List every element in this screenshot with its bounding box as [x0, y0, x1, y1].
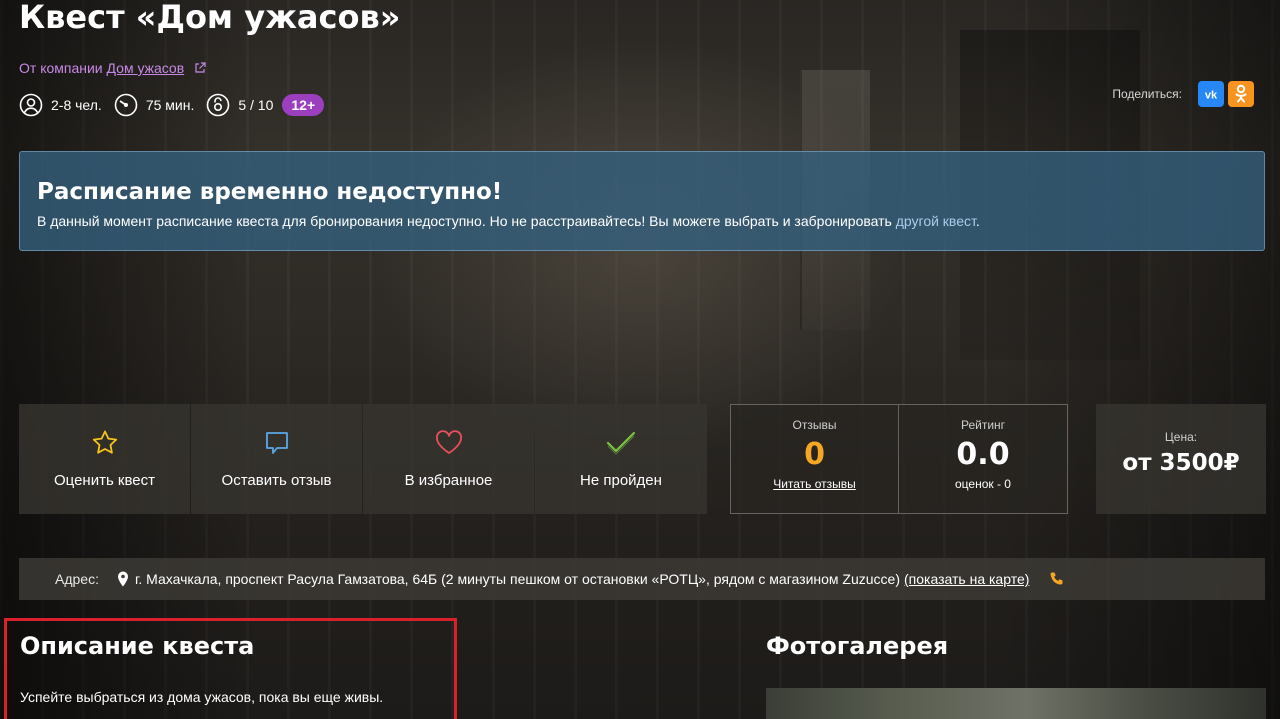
gallery-photo[interactable] — [766, 688, 1266, 719]
comment-icon — [265, 432, 288, 454]
vk-share-button[interactable]: vk — [1198, 81, 1224, 107]
rating-stat: Рейтинг 0.0 оценок - 0 — [899, 405, 1067, 513]
map-pin-icon — [117, 571, 128, 587]
duration-text: 75 мин. — [145, 97, 195, 113]
not-passed-button[interactable]: Не пройден — [535, 404, 707, 514]
check-icon — [606, 431, 636, 455]
duration-info: 75 мин. — [114, 93, 195, 117]
description-title: Описание квеста — [20, 632, 255, 660]
phone-icon — [1050, 572, 1063, 585]
vk-icon: vk — [1205, 90, 1218, 101]
ok-share-button[interactable] — [1228, 81, 1254, 107]
notice-title: Расписание временно недоступно! — [37, 179, 503, 205]
notice-text: В данный момент расписание квеста для бр… — [37, 213, 1247, 229]
company-link[interactable]: Дом ужасов — [107, 60, 185, 76]
schedule-notice: Расписание временно недоступно! В данный… — [19, 151, 1265, 251]
page-title: Квест «Дом ужасов» — [19, 0, 401, 36]
difficulty-text: 5 / 10 — [238, 97, 274, 113]
reviews-stat: Отзывы 0 Читать отзывы — [731, 405, 899, 513]
show-on-map-link[interactable]: (показать на карте) — [904, 571, 1029, 587]
leave-review-button[interactable]: Оставить отзыв — [191, 404, 362, 514]
stats-block: Отзывы 0 Читать отзывы Рейтинг 0.0 оцено… — [730, 404, 1068, 514]
address-bar: Адрес: г. Махачкала, проспект Расула Гам… — [19, 558, 1265, 600]
quest-meta: 2-8 чел. 75 мин. 5 / 10 12+ — [19, 92, 325, 118]
rating-caption: Рейтинг — [960, 418, 1006, 432]
read-reviews-link[interactable]: Читать отзывы — [773, 477, 856, 491]
players-text: 2-8 чел. — [51, 97, 102, 113]
phone-button[interactable] — [1049, 571, 1071, 587]
lock-icon — [207, 93, 230, 117]
not-passed-label: Не пройден — [580, 472, 662, 489]
favorite-label: В избранное — [404, 472, 493, 489]
external-link-icon[interactable] — [194, 61, 206, 77]
share-block: Поделиться: vk — [1112, 81, 1254, 107]
favorite-button[interactable]: В избранное — [363, 404, 534, 514]
notice-end: . — [975, 213, 980, 229]
star-icon — [92, 430, 117, 454]
action-bar: Оценить квест Оставить отзыв В избранное… — [19, 404, 708, 514]
ok-icon — [1235, 84, 1247, 103]
heart-icon — [435, 430, 462, 454]
company-line: От компании Дом ужасов — [19, 60, 206, 77]
rate-quest-label: Оценить квест — [53, 472, 156, 489]
reviews-count: 0 — [804, 437, 825, 472]
difficulty-info: 5 / 10 — [206, 93, 273, 117]
user-icon — [19, 93, 43, 117]
svg-text:vk: vk — [1205, 90, 1218, 101]
gallery-title: Фотогалерея — [766, 632, 949, 660]
description-text: Успейте выбраться из дома ужасов, пока в… — [20, 689, 384, 705]
leave-review-label: Оставить отзыв — [221, 472, 332, 489]
page-content: Квест «Дом ужасов» От компании Дом ужасо… — [0, 0, 1280, 719]
price-caption: Цена: — [1164, 430, 1198, 444]
rate-quest-button[interactable]: Оценить квест — [19, 404, 190, 514]
company-prefix: От компании — [19, 60, 103, 76]
address-label: Адрес: — [55, 571, 99, 587]
price-value: от 3500₽ — [1122, 450, 1240, 476]
timer-icon — [114, 93, 138, 117]
share-label: Поделиться: — [1112, 87, 1182, 101]
rating-count: оценок - 0 — [955, 477, 1011, 491]
reviews-caption: Отзывы — [792, 418, 837, 432]
rating-value: 0.0 — [956, 437, 1010, 472]
other-quest-link[interactable]: другой квест — [896, 213, 976, 229]
notice-body: В данный момент расписание квеста для бр… — [37, 213, 892, 229]
players-info: 2-8 чел. — [19, 93, 102, 117]
price-block: Цена: от 3500₽ — [1096, 404, 1266, 514]
age-badge: 12+ — [282, 94, 325, 116]
address-text: г. Махачкала, проспект Расула Гамзатова,… — [134, 571, 900, 587]
